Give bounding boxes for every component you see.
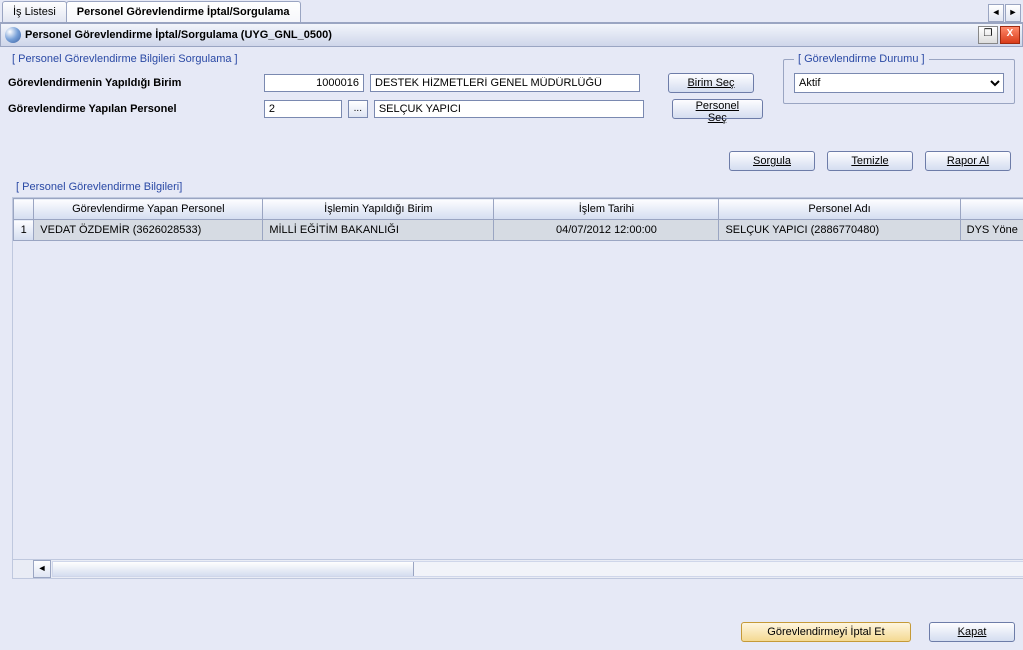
hscroll-track[interactable] [52,561,1023,577]
rapor-button[interactable]: Rapor Al [925,151,1011,171]
tabstrip-scroll-right-icon[interactable]: ► [1005,4,1021,22]
table-header-row: Görevlendirme Yapan Personel İşlemin Yap… [14,199,1023,220]
personel-kod-input[interactable] [264,100,342,118]
tab-is-listesi[interactable]: İş Listesi [2,1,67,22]
sorgula-button[interactable]: Sorgula [729,151,815,171]
col-islem-tarihi[interactable]: İşlem Tarihi [494,199,719,220]
iptal-button[interactable]: Görevlendirmeyi İptal Et [741,622,911,642]
content-area: [ Personel Görevlendirme Bilgileri Sorgu… [0,47,1023,650]
label-birim: Görevlendirmenin Yapıldığı Birim [8,77,258,89]
col-yapan-personel[interactable]: Görevlendirme Yapan Personel [34,199,263,220]
tab-strip: İş Listesi Personel Görevlendirme İptal/… [0,0,1023,23]
app-icon [5,27,21,43]
personel-lookup-button[interactable]: ... [348,100,368,118]
window-titlebar: Personel Görevlendirme İptal/Sorgulama (… [0,23,1023,47]
window-title: Personel Görevlendirme İptal/Sorgulama (… [25,29,332,41]
table-row[interactable]: 1 VEDAT ÖZDEMİR (3626028533) MİLLİ EĞİTİ… [14,220,1023,241]
restore-icon[interactable]: ❐ [978,26,998,44]
cell-personel-adi: SELÇUK YAPICI (2886770480) [719,220,960,241]
status-select[interactable]: Aktif [794,73,1004,93]
label-personel: Görevlendirme Yapılan Personel [8,103,258,115]
birim-sec-button[interactable]: Birim Seç [668,73,754,93]
hscroll-thumb[interactable] [53,562,414,576]
list-group: [ Personel Görevlendirme Bilgileri] Göre… [8,181,1023,583]
tab-gorevlendirme[interactable]: Personel Görevlendirme İptal/Sorgulama [66,1,301,22]
grid-wrapper: Görevlendirme Yapan Personel İşlemin Yap… [12,197,1023,579]
status-group-title: [ Görevlendirme Durumu ] [794,53,929,65]
horizontal-scrollbar[interactable]: ◄ ► [13,559,1023,578]
list-group-title: [ Personel Görevlendirme Bilgileri] [12,181,186,193]
status-group: [ Görevlendirme Durumu ] Aktif [783,53,1015,104]
birim-kod-input[interactable] [264,74,364,92]
cell-yapan-personel: VEDAT ÖZDEMİR (3626028533) [34,220,263,241]
temizle-button[interactable]: Temizle [827,151,913,171]
query-group-title: [ Personel Görevlendirme Bilgileri Sorgu… [8,53,242,65]
cell-islem-tarihi: 04/07/2012 12:00:00 [494,220,719,241]
cell-extra: DYS Yöne [960,220,1023,241]
kapat-button[interactable]: Kapat [929,622,1015,642]
hscroll-left-icon[interactable]: ◄ [33,560,51,578]
row-index: 1 [14,220,34,241]
query-group: [ Personel Görevlendirme Bilgileri Sorgu… [8,53,773,135]
tabstrip-scroll: ◄ ► [987,4,1023,22]
query-actions: Sorgula Temizle Rapor Al [8,151,1011,171]
personel-sec-button[interactable]: Personel Seç [672,99,763,119]
tabstrip-scroll-left-icon[interactable]: ◄ [988,4,1004,22]
personel-ad-input[interactable] [374,100,644,118]
birim-ad-input[interactable] [370,74,640,92]
col-extra[interactable]: P [960,199,1023,220]
bottom-actions: Görevlendirmeyi İptal Et Kapat [8,622,1015,642]
col-personel-adi[interactable]: Personel Adı [719,199,960,220]
results-table: Görevlendirme Yapan Personel İşlemin Yap… [13,198,1023,241]
col-islem-birim[interactable]: İşlemin Yapıldığı Birim [263,199,494,220]
col-corner[interactable] [14,199,34,220]
close-icon[interactable]: X [1000,26,1020,44]
cell-islem-birim: MİLLİ EĞİTİM BAKANLIĞI [263,220,494,241]
